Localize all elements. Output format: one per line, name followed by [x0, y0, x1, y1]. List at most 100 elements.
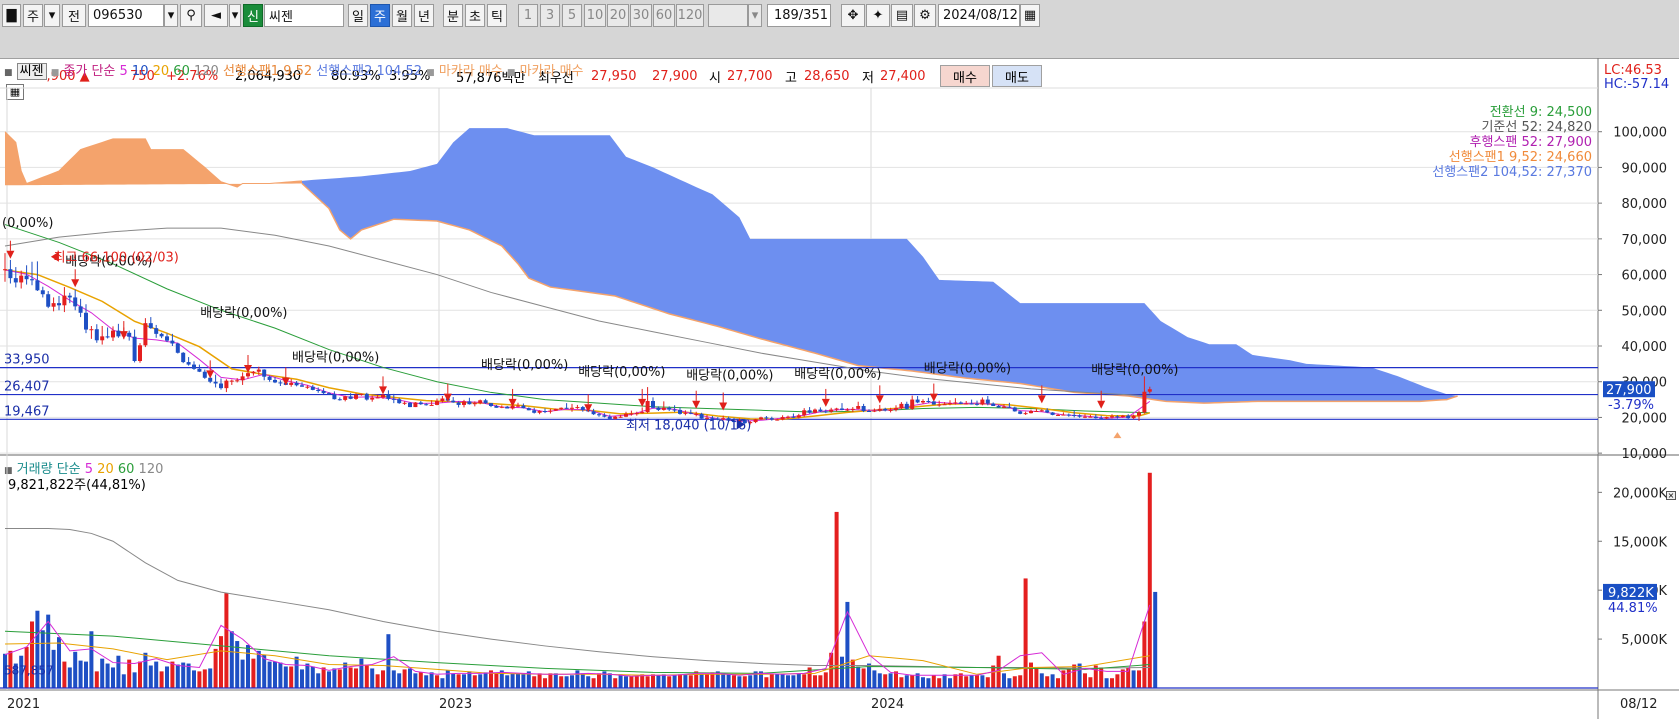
volume-bar: [532, 676, 537, 688]
last-volume-pct-label: 44.81%: [1608, 601, 1658, 616]
candle-body: [688, 412, 693, 414]
volume-bar: [408, 668, 412, 688]
volume-bar: [570, 675, 574, 688]
cloud-bearish: [302, 128, 1458, 404]
chart-menu-button[interactable]: ▇: [2, 4, 21, 27]
volume-bar: [813, 675, 817, 688]
interval-3[interactable]: 3: [540, 4, 560, 27]
candle-body: [850, 408, 855, 410]
candle-body: [915, 399, 920, 403]
candle-body: [759, 417, 763, 420]
market-badge: 신: [243, 4, 263, 27]
save-button[interactable]: ▤: [891, 4, 913, 27]
volume-bar: [375, 674, 380, 688]
candle-body: [138, 345, 142, 361]
candle-body: [526, 408, 531, 411]
tab-second[interactable]: 초: [465, 4, 485, 27]
candle-body: [651, 401, 655, 408]
interval-1[interactable]: 1: [518, 4, 538, 27]
zoom-in-button[interactable]: ✥: [841, 4, 865, 27]
tab-minute[interactable]: 분: [443, 4, 463, 27]
candle-body: [769, 418, 774, 420]
macara-buy-marker: [1113, 432, 1122, 439]
candle-body: [532, 410, 537, 413]
candle-body: [591, 411, 596, 415]
volume-bar: [1104, 678, 1109, 688]
prev-button[interactable]: 전: [62, 4, 86, 27]
ex-dividend-arrow: [6, 250, 15, 259]
candle-body: [408, 402, 412, 408]
volume-bar: [451, 673, 456, 688]
candle-body: [904, 403, 909, 409]
volume-bar: [942, 674, 947, 688]
indicator-readout: 기준선 52: 24,820: [1481, 120, 1592, 135]
volume-bar: [327, 671, 331, 688]
interval-20[interactable]: 20: [607, 4, 629, 27]
y-tick-label: 80,000: [1622, 197, 1668, 212]
volume-bar: [786, 675, 790, 688]
candle-body: [543, 411, 547, 412]
volume-bar: [186, 663, 191, 688]
volume-bar: [975, 675, 979, 688]
volume-bar: [424, 675, 429, 688]
stock-code-input[interactable]: 096530: [88, 4, 164, 27]
period-dropdown-button[interactable]: ▾: [44, 4, 60, 27]
candle-body: [975, 403, 979, 405]
candle-body: [354, 394, 358, 399]
volume-bar: [208, 668, 213, 688]
tab-month-label: 월: [396, 10, 408, 25]
volume-bar: [867, 663, 871, 688]
interval-5[interactable]: 5: [562, 4, 582, 27]
interval-30[interactable]: 30: [630, 4, 652, 27]
candle-body: [1023, 413, 1028, 415]
search-button[interactable]: ⚲: [180, 4, 202, 27]
interval-dropdown-button[interactable]: ▾: [748, 4, 762, 27]
candle-body: [132, 336, 137, 361]
stock-chart[interactable]: 20212023202408/1210,00020,00030,00040,00…: [0, 58, 1679, 719]
indicator-readout: 전환선 9: 24,500: [1490, 105, 1592, 120]
interval-10[interactable]: 10: [584, 4, 606, 27]
sound-button[interactable]: ◄: [204, 4, 228, 27]
speaker-icon: ◄: [211, 8, 221, 23]
sound-dropdown-button[interactable]: ▾: [229, 4, 241, 27]
volume-bar: [1115, 674, 1120, 688]
volume-bar: [634, 676, 639, 688]
candle-body: [256, 369, 261, 372]
interval-60[interactable]: 60: [653, 4, 675, 27]
candle-body: [316, 389, 321, 391]
interval-custom-field[interactable]: [708, 4, 748, 27]
tab-week[interactable]: 주: [370, 4, 390, 27]
stock-name-field[interactable]: 씨젠: [264, 4, 344, 27]
volume-bar: [456, 674, 461, 688]
volume-bar: [964, 676, 969, 688]
candle-body: [483, 400, 488, 404]
candle-body: [1002, 406, 1006, 408]
period-select[interactable]: 주: [23, 4, 43, 27]
interval-label: 3: [545, 8, 555, 23]
date-field[interactable]: 2024/08/12: [938, 4, 1020, 27]
volume-bar: [440, 678, 445, 688]
tab-tick[interactable]: 틱: [487, 4, 507, 27]
candle-body: [310, 386, 315, 390]
volume-bar: [683, 674, 688, 688]
tab-month[interactable]: 월: [392, 4, 412, 27]
candle-body: [429, 404, 434, 406]
volume-bar: [888, 673, 893, 688]
volume-bar: [67, 667, 72, 688]
settings-button[interactable]: ⚙: [914, 4, 936, 27]
count-field[interactable]: 189/351: [767, 4, 831, 27]
volume-bar: [883, 674, 888, 688]
volume-bar: [1142, 621, 1147, 688]
y-tick-label: 100,000: [1613, 126, 1667, 141]
zoom-out-button[interactable]: ✦: [866, 4, 890, 27]
candle-body: [89, 329, 94, 331]
volume-bar: [775, 674, 780, 688]
calendar-button[interactable]: ▦: [1020, 4, 1040, 27]
tab-year[interactable]: 년: [414, 4, 434, 27]
code-dropdown-button[interactable]: ▾: [164, 4, 178, 27]
volume-bar: [521, 674, 526, 688]
tab-day[interactable]: 일: [348, 4, 368, 27]
ex-dividend-label: 배당락(0,00%): [481, 358, 568, 373]
candle-body: [926, 401, 931, 402]
interval-120[interactable]: 120: [676, 4, 704, 27]
